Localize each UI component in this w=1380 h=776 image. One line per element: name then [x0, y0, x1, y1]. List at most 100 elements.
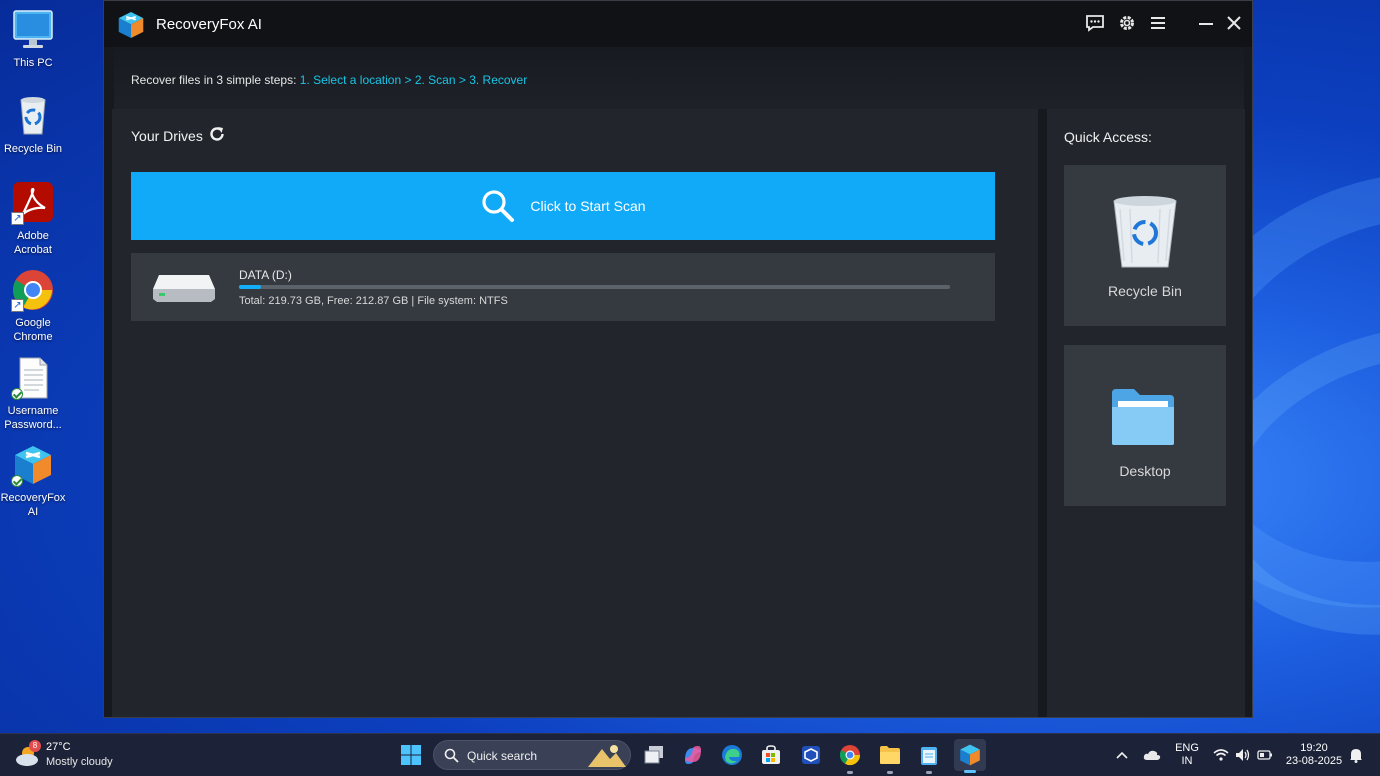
- chrome-icon: [839, 745, 861, 766]
- title-bar: RecoveryFox AI: [104, 1, 1252, 47]
- monitor-icon: [11, 8, 55, 52]
- task-view-icon: [644, 746, 663, 764]
- onedrive-button[interactable]: [1140, 741, 1164, 769]
- gear-icon: [1120, 16, 1134, 30]
- shortcut-arrow-icon: ↗: [11, 299, 24, 312]
- minimize-icon: [1199, 23, 1213, 25]
- clock[interactable]: 19:20 23-08-2025: [1282, 742, 1346, 768]
- drives-heading: Your Drives: [131, 128, 203, 144]
- copilot-icon: [685, 746, 701, 764]
- start-scan-button[interactable]: Click to Start Scan: [131, 172, 995, 240]
- notepad-button[interactable]: [915, 741, 943, 774]
- desktop-icon-google-chrome[interactable]: ↗ Google Chrome: [2, 268, 64, 344]
- desktop-icon-recoveryfox-ai[interactable]: RecoveryFox AI: [1, 443, 65, 519]
- refresh-icon: [210, 127, 224, 141]
- minimize-button[interactable]: [1194, 11, 1218, 35]
- drive-item-data-d[interactable]: DATA (D:) Total: 219.73 GB, Free: 212.87…: [131, 253, 995, 321]
- recoveryfox-window: RecoveryFox AI Recover files in 3 simple…: [103, 0, 1253, 718]
- desktop-icon-recycle-bin[interactable]: Recycle Bin: [2, 94, 64, 156]
- quick-access-panel: Quick Access: Recycle Bin Desktop: [1047, 109, 1245, 717]
- drive-info: Total: 219.73 GB, Free: 212.87 GB | File…: [239, 295, 508, 307]
- text-document-icon: [11, 356, 55, 400]
- store-button[interactable]: [757, 741, 785, 769]
- weather-condition: Mostly cloudy: [46, 756, 113, 768]
- hamburger-menu-icon: [1151, 17, 1165, 29]
- running-indicator: [847, 771, 853, 774]
- synced-check-icon: [11, 388, 23, 400]
- copilot-button[interactable]: [679, 741, 707, 769]
- taskbar-search[interactable]: Quick search: [433, 740, 631, 770]
- chrome-taskbar-button[interactable]: [836, 741, 864, 774]
- clock-date: 23-08-2025: [1285, 755, 1343, 767]
- recoveryfox-logo-icon: [116, 10, 146, 40]
- cube-app-icon: [802, 746, 820, 764]
- recoveryfox-taskbar-button[interactable]: [954, 739, 986, 773]
- battery-icon: [1257, 750, 1272, 760]
- search-highlight-illustration-icon: [588, 745, 626, 767]
- drive-usage-fill: [239, 285, 262, 289]
- file-explorer-button[interactable]: [876, 741, 904, 774]
- steps-highlight: 1. Select a location > 2. Scan > 3. Reco…: [299, 73, 528, 87]
- synced-check-icon: [11, 475, 23, 487]
- desktop-icon-this-pc[interactable]: This PC: [2, 8, 64, 70]
- edge-browser-icon: [722, 745, 742, 765]
- recoveryfox-logo-icon: [960, 744, 980, 766]
- quick-access-label: Desktop: [1119, 463, 1171, 479]
- recoveryfox-logo-icon: [11, 443, 55, 487]
- drive-name: DATA (D:): [239, 268, 292, 282]
- start-button[interactable]: [397, 741, 425, 769]
- quick-access-desktop[interactable]: Desktop: [1064, 345, 1226, 506]
- cloud-icon: [1143, 750, 1161, 760]
- weather-badge: 8: [29, 740, 41, 752]
- weather-widget[interactable]: 8 27°C Mostly cloudy: [14, 740, 134, 772]
- notepad-icon: [921, 747, 937, 765]
- running-indicator: [926, 771, 932, 774]
- quick-access-recycle-bin[interactable]: Recycle Bin: [1064, 165, 1226, 326]
- steps-instructions: Recover files in 3 simple steps: 1. Sele…: [131, 73, 528, 87]
- wifi-icon: [1213, 749, 1229, 761]
- clock-time: 19:20: [1300, 742, 1328, 754]
- speaker-icon: [1236, 749, 1250, 761]
- temperature: 27°C: [46, 741, 71, 753]
- refresh-drives-button[interactable]: [208, 125, 226, 143]
- app-button[interactable]: [797, 741, 825, 769]
- chat-icon: [1086, 15, 1104, 32]
- start-scan-label: Click to Start Scan: [530, 198, 646, 214]
- search-icon: [444, 748, 459, 763]
- active-indicator: [964, 770, 976, 773]
- quick-access-label: Recycle Bin: [1108, 283, 1182, 299]
- desktop-icon-adobe-acrobat[interactable]: ↗ Adobe Acrobat: [2, 181, 64, 257]
- steps-banner: Recover files in 3 simple steps: 1. Sele…: [114, 47, 1244, 109]
- feedback-button[interactable]: [1083, 11, 1107, 35]
- quick-settings-button[interactable]: [1208, 741, 1278, 769]
- show-hidden-icons-button[interactable]: [1110, 741, 1134, 769]
- window-title: RecoveryFox AI: [156, 16, 262, 33]
- desktop-icon-username-password[interactable]: Username Password...: [2, 356, 64, 432]
- drive-usage-bar: [239, 285, 950, 289]
- running-indicator: [887, 771, 893, 774]
- windows-logo-icon: [401, 745, 421, 765]
- quick-access-heading: Quick Access:: [1064, 129, 1152, 145]
- recycle-bin-icon: [1113, 196, 1177, 268]
- edge-button[interactable]: [718, 741, 746, 769]
- search-icon: [482, 190, 515, 222]
- folder-icon: [880, 746, 900, 764]
- settings-button[interactable]: [1115, 11, 1139, 35]
- folder-icon: [1112, 389, 1174, 445]
- input-language-indicator[interactable]: ENG IN: [1172, 742, 1202, 768]
- drives-panel: Your Drives Click to Start Scan DATA (D:…: [112, 109, 1038, 717]
- hard-drive-icon: [153, 275, 215, 302]
- shortcut-arrow-icon: ↗: [11, 212, 24, 225]
- chrome-icon: ↗: [11, 268, 55, 312]
- notifications-button[interactable]: [1346, 741, 1366, 769]
- acrobat-icon: ↗: [11, 181, 55, 225]
- task-view-button[interactable]: [640, 741, 668, 769]
- bell-icon: [1350, 749, 1362, 763]
- taskbar: 8 27°C Mostly cloudy Quick search ENG IN…: [0, 733, 1380, 776]
- recycle-bin-icon: [11, 94, 55, 138]
- chevron-up-icon: [1116, 751, 1128, 759]
- menu-button[interactable]: [1146, 11, 1170, 35]
- close-button[interactable]: [1222, 11, 1246, 35]
- search-placeholder: Quick search: [467, 749, 538, 763]
- microsoft-store-icon: [762, 745, 780, 764]
